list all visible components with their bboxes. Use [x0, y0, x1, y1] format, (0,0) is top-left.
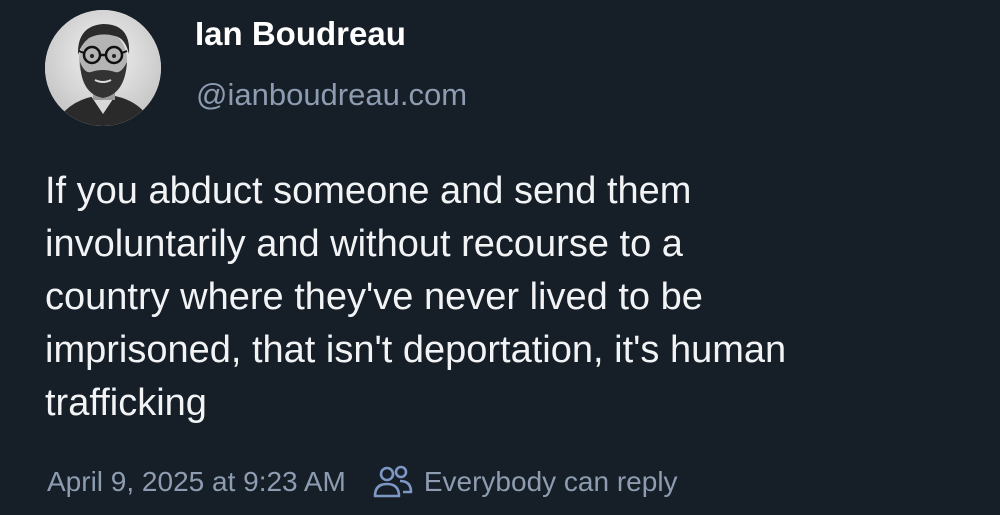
people-icon	[373, 465, 413, 498]
avatar[interactable]	[45, 10, 161, 126]
reply-setting-label: Everybody can reply	[423, 466, 678, 497]
author-display-name[interactable]: Ian Boudreau	[195, 14, 406, 54]
author-handle[interactable]: @ianboudreau.com	[196, 76, 467, 114]
avatar-photo-icon	[45, 10, 161, 126]
post-meta: April 9, 2025 at 9:23 AM Everybody can r…	[47, 462, 678, 502]
post-timestamp[interactable]: April 9, 2025 at 9:23 AM	[47, 466, 346, 498]
post-text: If you abduct someone and send them invo…	[45, 170, 787, 424]
reply-setting-button[interactable]: Everybody can reply	[372, 465, 678, 499]
post-card: Ian Boudreau @ianboudreau.com If you abd…	[0, 0, 1000, 515]
